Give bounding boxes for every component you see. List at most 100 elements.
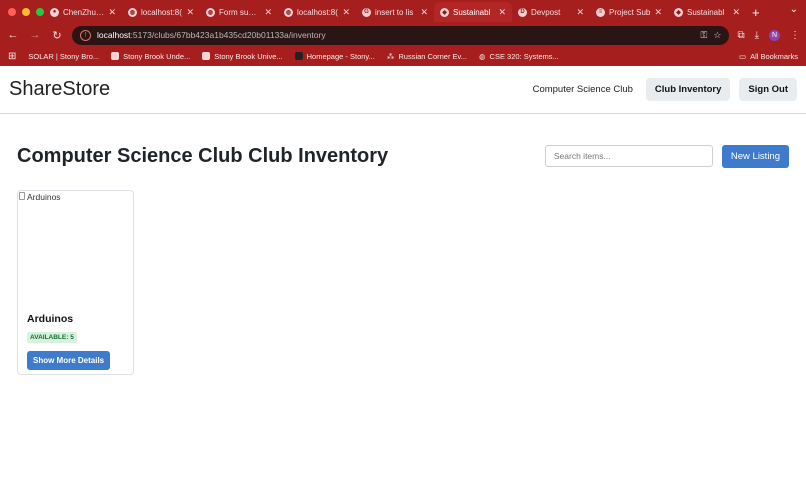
globe-icon: ◍ — [479, 51, 486, 61]
bookmark-item[interactable]: Stony Brook Unive... — [202, 51, 283, 61]
search-input[interactable] — [544, 145, 713, 167]
globe-icon: ◍ — [284, 7, 293, 17]
gem-icon: ◆ — [440, 7, 449, 17]
tab-label: Sustainabl — [453, 7, 491, 17]
page-title: Computer Science Club Club Inventory — [17, 145, 388, 168]
zoom-window-button[interactable] — [36, 8, 44, 16]
bookmark-star-icon[interactable]: ☆ — [713, 30, 721, 41]
gem-icon: ◆ — [674, 7, 683, 17]
club-inventory-button[interactable]: Club Inventory — [645, 78, 731, 101]
title-row: Computer Science Club Club Inventory New… — [17, 144, 789, 168]
browser-tab[interactable]: ◍ localhost:8( ✕ — [278, 2, 356, 22]
status-badge: AVAILABLE: 5 — [27, 332, 77, 343]
page-icon — [202, 52, 211, 60]
browser-tab-strip: ● ChenZhu50 ✕ ◍ localhost:8(✕ ◍ Form submi ✕ … — [0, 0, 806, 24]
bookmark-item[interactable]: ◍ CSE 320: Systems... — [479, 52, 559, 61]
item-image: Arduinos — [18, 191, 133, 311]
close-icon[interactable]: ✕ — [342, 7, 350, 18]
tab-label: localhost:8( — [141, 7, 182, 17]
close-window-button[interactable] — [8, 8, 16, 16]
all-bookmarks[interactable]: ▭ All Bookmarks — [739, 52, 798, 61]
new-tab-button[interactable]: + — [746, 5, 766, 20]
image-alt-text: Arduinos — [27, 192, 61, 202]
avatar[interactable]: N — [769, 29, 780, 41]
sign-out-button[interactable]: Sign Out — [739, 78, 797, 101]
download-icon[interactable]: ⤓ — [755, 30, 759, 41]
browser-tab[interactable]: ◍ Form submi ✕ — [200, 2, 278, 22]
github-icon: ● — [50, 7, 59, 17]
browser-tab[interactable]: ● ChenZhu50 ✕ — [44, 2, 122, 22]
bookmark-label: Stony Brook Unive... — [214, 51, 283, 61]
bookmarks-bar: ⊞ SOLAR | Stony Bro... Stony Brook Unde.… — [0, 46, 806, 66]
inventory-page: Computer Science Club Club Inventory New… — [0, 114, 806, 375]
window-controls — [0, 8, 44, 16]
inventory-card: Arduinos Arduinos AVAILABLE: 5 Show More… — [17, 190, 134, 375]
item-name: Arduinos — [27, 313, 74, 325]
close-icon[interactable]: ✕ — [264, 7, 272, 18]
back-arrow-icon[interactable]: ← — [6, 29, 20, 41]
close-icon[interactable]: ✕ — [186, 7, 194, 18]
browser-tab[interactable]: ◍ localhost:8( ✕ — [122, 2, 200, 22]
close-icon[interactable]: ✕ — [108, 7, 116, 18]
tab-label: localhost:8( — [297, 7, 338, 17]
top-nav: Computer Science Club Club Inventory Sig… — [529, 78, 797, 101]
password-key-icon[interactable]: ⚿ — [701, 30, 708, 41]
browser-tab[interactable]: Ginsert to lis ✕ — [356, 2, 434, 22]
card-body: Arduinos AVAILABLE: 5 Show More Details — [18, 311, 133, 370]
browser-tab[interactable]: ≡ Project Sub ✕ — [590, 2, 668, 22]
address-bar[interactable]: ! localhost:5173/clubs/67bb423a1b435cd20… — [72, 25, 730, 45]
menu-kebab-icon[interactable]: ⋮ — [790, 30, 800, 41]
browser-tab-active[interactable]: ◆ Sustainabl ✕ — [434, 2, 512, 22]
club-link[interactable]: Computer Science Club — [529, 78, 637, 101]
url-path: :5173/clubs/67bb423a1b435cd20b01133a/inv… — [130, 30, 326, 40]
bookmark-label: Stony Brook Unde... — [123, 51, 191, 61]
close-icon[interactable]: ✕ — [420, 7, 428, 18]
close-icon[interactable]: ✕ — [732, 7, 740, 18]
tab-label: Sustainabl — [687, 7, 725, 17]
apps-grid-icon[interactable]: ⊞ — [8, 51, 16, 62]
brand-logo[interactable]: ShareStore — [9, 78, 110, 101]
close-icon[interactable]: ✕ — [576, 7, 584, 18]
page-icon — [294, 52, 303, 60]
google-icon: G — [362, 7, 371, 17]
bookmark-item[interactable]: Homepage - Stony... — [294, 51, 375, 61]
devpost-icon: D — [518, 7, 527, 17]
not-secure-icon[interactable]: ! — [80, 29, 91, 41]
bookmark-label: SOLAR | Stony Bro... — [28, 51, 100, 61]
club-name: Computer Science Club — [17, 144, 243, 167]
new-listing-button[interactable]: New Listing — [721, 144, 789, 168]
reload-icon[interactable]: ↻ — [50, 29, 64, 42]
minimize-window-button[interactable] — [22, 8, 30, 16]
close-icon[interactable]: ✕ — [654, 7, 662, 18]
close-icon[interactable]: ✕ — [498, 7, 506, 18]
form-icon: ≡ — [596, 7, 605, 17]
tab-label: insert to lis — [375, 7, 414, 17]
people-icon: ⁂ — [386, 51, 395, 61]
tab-label: ChenZhu50 — [63, 7, 105, 17]
bookmark-label: Homepage - Stony... — [306, 51, 375, 61]
browser-toolbar: ← → ↻ ! localhost:5173/clubs/67bb423a1b4… — [0, 24, 806, 46]
bookmark-item[interactable]: SOLAR | Stony Bro... — [28, 52, 99, 61]
app-header: ShareStore Computer Science Club Club In… — [0, 66, 806, 114]
bookmark-label: Russian Corner Ev... — [398, 51, 467, 61]
tab-label: Form submi — [219, 7, 261, 17]
folder-icon: ▭ — [738, 51, 747, 61]
show-details-button[interactable]: Show More Details — [27, 351, 111, 370]
bookmark-item[interactable]: ⁂ Russian Corner Ev... — [387, 52, 467, 61]
tab-label: Project Sub — [609, 7, 651, 17]
page-icon — [111, 52, 120, 60]
title-suffix: Club Inventory — [248, 144, 389, 167]
globe-icon: ◍ — [206, 7, 215, 17]
forward-arrow-icon[interactable]: → — [28, 29, 42, 41]
url-host: localhost — [97, 30, 131, 40]
bookmark-label: CSE 320: Systems... — [489, 51, 559, 61]
browser-tab[interactable]: D Devpost ✕ — [512, 2, 590, 22]
bookmark-item[interactable]: Stony Brook Unde... — [111, 52, 190, 61]
browser-tab[interactable]: ◆ Sustainabl ✕ — [668, 2, 746, 22]
chevron-down-icon[interactable]: ⌄ — [790, 4, 798, 15]
broken-image-icon — [19, 192, 25, 200]
extensions-icon[interactable]: ⧉ — [737, 30, 744, 41]
all-bookmarks-label: All Bookmarks — [750, 51, 798, 61]
globe-icon: ◍ — [128, 7, 137, 17]
tab-label: Devpost — [531, 7, 561, 17]
